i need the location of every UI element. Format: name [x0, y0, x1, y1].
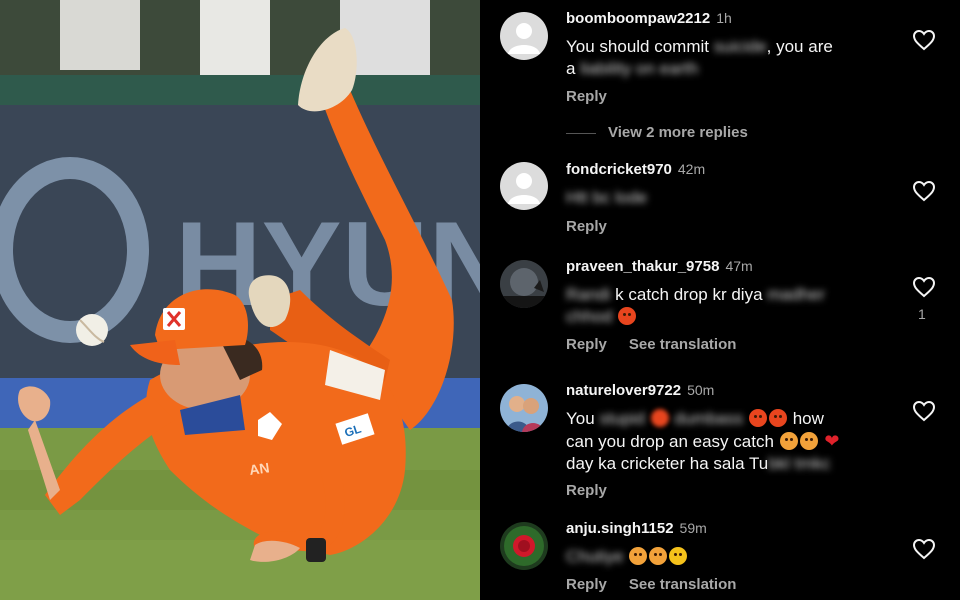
comment-actions: Reply See translation: [566, 336, 758, 353]
comment-username[interactable]: anju.singh1152 59m: [566, 520, 707, 537]
text-segment: can you drop an easy catch: [566, 432, 779, 451]
couple-photo-avatar[interactable]: [500, 384, 548, 432]
comment-time: 50m: [687, 382, 715, 398]
view-more-replies-button[interactable]: View 2 more replies: [608, 124, 748, 141]
cricket-photo: HYUN GL AN: [0, 0, 480, 600]
text-segment: You: [566, 409, 600, 428]
grinning-face-emoji: [669, 547, 688, 565]
text-segment: You should commit: [566, 37, 714, 56]
heart-icon[interactable]: [912, 400, 936, 422]
comment-actions: Reply: [566, 88, 629, 105]
rose-avatar[interactable]: [500, 522, 548, 570]
shirt-text: AN: [248, 459, 270, 478]
blurred-text: Randi: [566, 285, 611, 304]
username-text[interactable]: praveen_thakur_9758: [566, 258, 719, 275]
steam-face-emoji: [779, 432, 798, 450]
see-translation-button[interactable]: See translation: [629, 576, 737, 593]
comment-text: You should commit suicide, you are a lia…: [566, 36, 886, 80]
see-translation-button[interactable]: See translation: [629, 336, 737, 353]
angry-face-emoji: [618, 307, 637, 325]
comments-panel: boomboompaw2212 1h You should commit suic…: [480, 0, 960, 600]
angry-face-emoji: [649, 547, 668, 565]
reply-button[interactable]: Reply: [566, 576, 607, 593]
comment-actions: Reply See translation: [566, 576, 758, 593]
blurred-text: madher: [767, 285, 825, 304]
heart-icon[interactable]: [912, 538, 936, 560]
heart-icon[interactable]: [912, 276, 936, 298]
username-text[interactable]: boomboompaw2212: [566, 10, 710, 27]
blurred-emoji: [650, 409, 669, 427]
username-text[interactable]: anju.singh1152: [566, 520, 674, 537]
blurred-text: Htt bc lode: [566, 188, 648, 207]
replies-divider: [566, 133, 596, 134]
username-text[interactable]: naturelover9722: [566, 382, 681, 399]
comment-actions: Reply: [566, 482, 629, 499]
heart-emoji: ❤: [824, 431, 840, 451]
reply-button[interactable]: Reply: [566, 336, 607, 353]
reply-button[interactable]: Reply: [566, 482, 607, 499]
heart-icon[interactable]: [912, 180, 936, 202]
heart-icon[interactable]: [912, 29, 936, 51]
cursing-face-emoji: [768, 409, 787, 427]
comment-username[interactable]: naturelover9722 50m: [566, 382, 714, 399]
blurred-text: bkl tmkc: [768, 454, 831, 473]
text-segment: a: [566, 59, 581, 78]
blurred-text: liability on earth: [580, 59, 699, 78]
comment-time: 59m: [679, 520, 707, 536]
reply-button[interactable]: Reply: [566, 88, 607, 105]
angry-face-emoji: [799, 432, 818, 450]
reply-button[interactable]: Reply: [566, 218, 607, 235]
comment-time: 47m: [725, 258, 753, 274]
text-segment: , you are: [766, 37, 833, 56]
blurred-text: Chutiye: [566, 547, 624, 566]
dark-photo-avatar[interactable]: [500, 260, 548, 308]
comment-text: Randi k catch drop kr diya madher chhod: [566, 284, 886, 328]
comment-text: Chutiye: [566, 546, 886, 568]
like-count: 1: [918, 306, 926, 322]
comment-text: Htt bc lode: [566, 187, 886, 209]
text-segment: k catch drop kr diya: [610, 285, 768, 304]
comment-username[interactable]: boomboompaw2212 1h: [566, 10, 732, 27]
angry-face-emoji: [748, 409, 767, 427]
default-avatar[interactable]: [500, 162, 548, 210]
default-avatar[interactable]: [500, 12, 548, 60]
blurred-text: stupid: [599, 409, 645, 428]
blurred-text: chhod: [566, 307, 613, 326]
text-segment: day ka cricketer ha sala Tu: [566, 454, 769, 473]
comment-time: 42m: [677, 161, 706, 177]
comment-text: You stupid dumbass how can you drop an e…: [566, 408, 906, 475]
angry-face-emoji: [629, 547, 648, 565]
blurred-text: dumbass: [674, 409, 744, 428]
blurred-text: suicide: [713, 37, 767, 56]
comment-actions: Reply: [566, 218, 629, 235]
comment-username[interactable]: fondcricket970 42m: [566, 161, 705, 178]
comment-username[interactable]: praveen_thakur_9758 47m: [566, 258, 753, 275]
comment-time: 1h: [716, 10, 732, 26]
username-text[interactable]: fondcricket970: [566, 161, 672, 178]
text-segment: how: [787, 409, 824, 428]
